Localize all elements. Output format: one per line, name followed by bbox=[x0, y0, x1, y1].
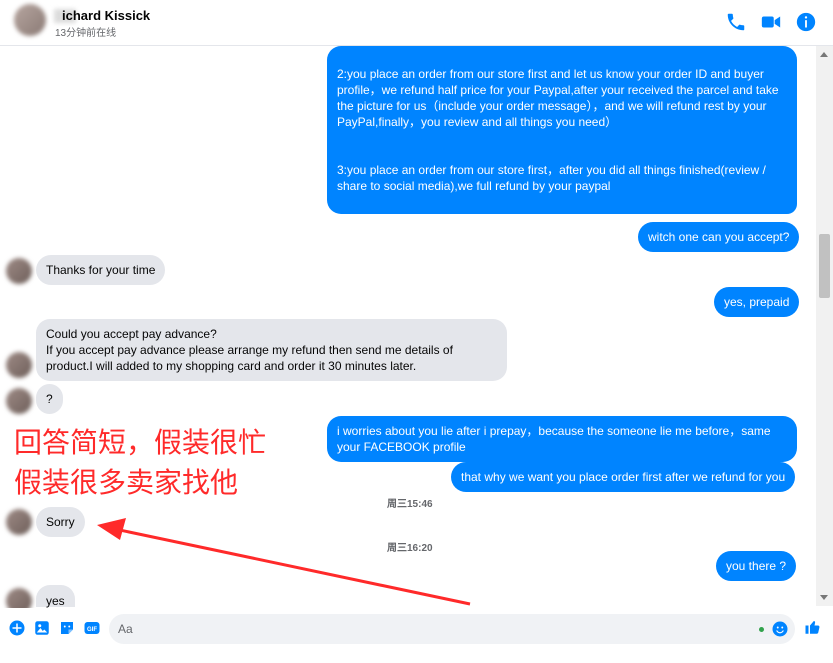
composer-bar: GIF Aa bbox=[0, 608, 833, 648]
window-bottom-edge bbox=[0, 648, 833, 663]
scroll-down-arrow[interactable] bbox=[820, 595, 828, 600]
message-placeholder: Aa bbox=[118, 622, 133, 636]
online-dot bbox=[759, 627, 764, 632]
message-input[interactable]: Aa bbox=[109, 614, 795, 644]
annotation-arrow bbox=[97, 518, 471, 606]
plus-icon[interactable] bbox=[8, 619, 26, 637]
scroll-up-arrow[interactable] bbox=[820, 52, 828, 57]
photo-icon[interactable] bbox=[33, 619, 51, 637]
sticker-icon[interactable] bbox=[58, 619, 76, 637]
scrollbar[interactable] bbox=[816, 46, 833, 606]
scroll-thumb[interactable] bbox=[819, 234, 830, 298]
thumbs-up-icon[interactable] bbox=[804, 618, 824, 638]
svg-text:GIF: GIF bbox=[87, 627, 97, 633]
gif-icon[interactable]: GIF bbox=[83, 619, 101, 637]
emoji-icon[interactable] bbox=[771, 620, 789, 638]
